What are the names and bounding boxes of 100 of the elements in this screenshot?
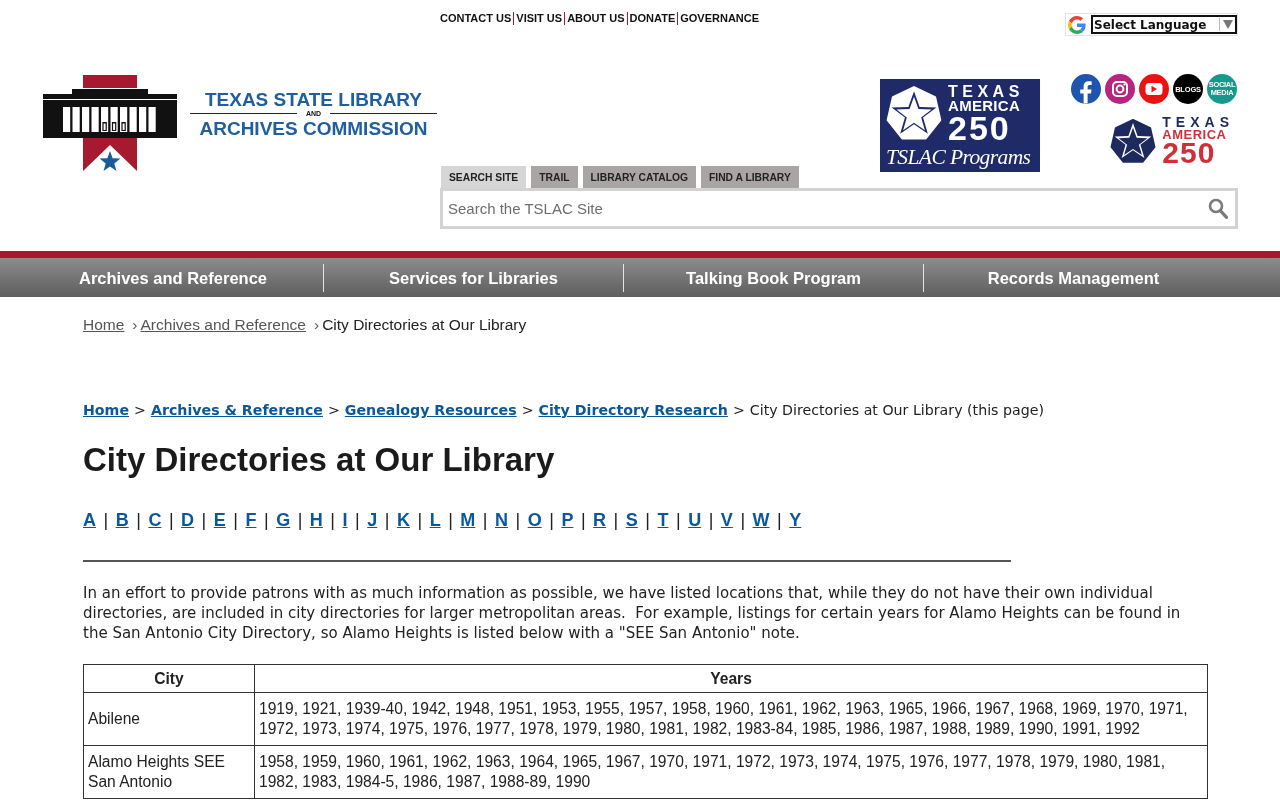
star-emblem-icon [886, 85, 942, 141]
search-tab[interactable]: SEARCH SITE [441, 166, 527, 188]
index-separator: | [777, 510, 782, 530]
index-separator: | [297, 510, 303, 530]
logo-text: TEXAS [1162, 116, 1234, 129]
index-separator: | [330, 510, 336, 530]
index-separator: | [482, 510, 488, 530]
index-separator: | [136, 510, 141, 530]
letter-link[interactable]: V [720, 510, 733, 530]
trail-link[interactable]: Genealogy Resources [344, 402, 517, 418]
search-icon [1208, 198, 1228, 219]
table-cell: Alamo Heights SEE San Antonio [83, 745, 255, 799]
letter-link[interactable]: B [115, 510, 129, 530]
logo-text: AMERICA [1162, 129, 1227, 141]
trail-link[interactable]: City Directory Research [538, 402, 728, 418]
letter-link[interactable]: H [309, 510, 323, 530]
breadcrumb-separator: > [134, 402, 146, 418]
index-separator: | [448, 510, 453, 530]
trail-current: City Directories at Our Library (this page) [749, 402, 1044, 418]
index-separator: | [708, 510, 714, 530]
youtube-icon[interactable] [1139, 74, 1169, 104]
breadcrumb-separator: > [327, 402, 340, 418]
language-select[interactable]: Select Language [1091, 15, 1237, 34]
index-separator: | [168, 510, 174, 530]
facebook-icon[interactable] [1071, 74, 1101, 104]
trail-link[interactable]: Archives & Reference [150, 402, 323, 418]
letter-link[interactable]: S [625, 510, 638, 530]
letter-link[interactable]: E [213, 510, 226, 530]
google-icon [1068, 15, 1086, 34]
breadcrumb-separator: › [132, 316, 138, 333]
top-nav-link[interactable]: GOVERNANCE [677, 12, 760, 25]
nav-link[interactable]: Archives and Reference [23, 264, 323, 292]
nav-link[interactable]: Records Management [923, 264, 1223, 292]
index-separator: | [384, 510, 390, 530]
promo-banner[interactable]: TEXAS AMERICA 250 TSLAC Programs [880, 79, 1040, 172]
logo-text: TEXAS STATE LIBRARY [204, 89, 423, 110]
letter-link[interactable]: Y [789, 510, 802, 530]
logo-text: ARCHIVES COMMISSION [199, 118, 428, 139]
letter-link[interactable]: O [527, 510, 542, 530]
banner-text: TEXAS [948, 84, 1024, 99]
logo-text: 250 [1162, 141, 1216, 165]
letter-link[interactable]: T [657, 510, 669, 530]
search-tab[interactable]: TRAIL [531, 166, 578, 188]
caret-icon [1223, 20, 1233, 29]
top-nav-link[interactable]: VISIT US [513, 12, 563, 25]
index-separator: | [103, 510, 109, 530]
column-header: City [83, 664, 255, 693]
letter-link[interactable]: F [245, 510, 257, 530]
letter-link[interactable]: A [83, 510, 96, 530]
banner-text: TSLAC Programs [886, 144, 1031, 171]
breadcrumb-link[interactable]: Archives and Reference [140, 316, 306, 333]
letter-link[interactable]: M [460, 510, 476, 530]
index-separator: | [201, 510, 207, 530]
index-separator: | [233, 510, 238, 530]
letter-link[interactable]: D [181, 510, 195, 530]
letter-link[interactable]: R [593, 510, 607, 530]
index-separator: | [580, 510, 586, 530]
letter-link[interactable]: L [429, 510, 441, 530]
star-emblem-icon [1109, 117, 1158, 164]
letter-link[interactable]: N [495, 510, 508, 530]
index-separator: | [417, 510, 423, 530]
search-field[interactable]: Search the TSLAC Site [443, 191, 1201, 226]
nav-link[interactable]: Services for Libraries [323, 264, 623, 292]
breadcrumb-separator: › [313, 316, 320, 333]
instagram-icon[interactable] [1105, 74, 1135, 104]
breadcrumb-link[interactable]: Home [83, 316, 125, 333]
index-separator: | [263, 510, 269, 530]
breadcrumb-separator: > [732, 402, 745, 418]
breadcrumb-separator: > [521, 402, 534, 418]
index-separator: | [645, 510, 650, 530]
table-cell: 1919, 1921, 1939-40, 1942, 1948, 1951, 1953, 1955, 1957, 1958, 1960, 1961, 1962, 1963, 1965, 1966, 1967, 1968, 1969, 1970, 1971, 1972, 1973, 1974, 1975, 1976, 1977, 1978, 1979, 1980, 1981, 1982, 1983-84, 1985, 1986, 1987, 1988, 1989, 1990, 1991, 1992 [254, 692, 1208, 746]
table-cell: 1958, 1959, 1960, 1961, 1962, 1963, 1964, 1965, 1967, 1970, 1971, 1972, 1973, 1974, 1975, 1976, 1977, 1978, 1979, 1980, 1981, 1982, 1983, 1984-5, 1986, 1987, 1988-89, 1990 [254, 745, 1208, 799]
search-tab[interactable]: LIBRARY CATALOG [582, 166, 696, 188]
letter-link[interactable]: U [688, 510, 702, 530]
letter-link[interactable]: W [752, 510, 770, 530]
banner-text: 250 [948, 113, 1011, 143]
intro-text: In an effort to provide patrons with as much information as possible, we have listed locations that, while they do not have their own individual directories, are included in city directories for larger metropolitan areas. For example, listings for certain years for Alamo Heights can be found in the San Antonio City Directory, so Alamo Heights is listed below with a "SEE San Antonio" note. [83, 583, 1182, 643]
breadcrumb-current: City Directories at Our Library [322, 316, 527, 333]
letter-link[interactable]: P [561, 510, 574, 530]
column-header: Years [254, 664, 1208, 693]
index-separator: | [740, 510, 746, 530]
index-separator: | [515, 510, 521, 530]
letter-link[interactable]: I [342, 510, 348, 530]
search-tab[interactable]: FIND A LIBRARY [701, 166, 799, 188]
page-title: City Directories at Our Library [83, 440, 556, 480]
trail-link[interactable]: Home [83, 402, 130, 418]
top-nav-link[interactable]: DONATE [626, 12, 676, 25]
top-nav-link[interactable]: CONTACT US [440, 12, 512, 25]
index-separator: | [549, 510, 554, 530]
index-separator: | [613, 510, 619, 530]
search-button[interactable] [1201, 191, 1235, 226]
banner-text: AMERICA [948, 99, 1021, 113]
letter-link[interactable]: K [396, 510, 410, 530]
top-nav-link[interactable]: ABOUT US [564, 12, 625, 25]
letter-link[interactable]: G [276, 510, 291, 530]
table-cell: Abilene [83, 692, 255, 746]
index-separator: | [676, 510, 681, 530]
letter-link[interactable]: C [148, 510, 162, 530]
letter-link[interactable]: J [367, 510, 378, 530]
nav-link[interactable]: Talking Book Program [623, 264, 923, 292]
